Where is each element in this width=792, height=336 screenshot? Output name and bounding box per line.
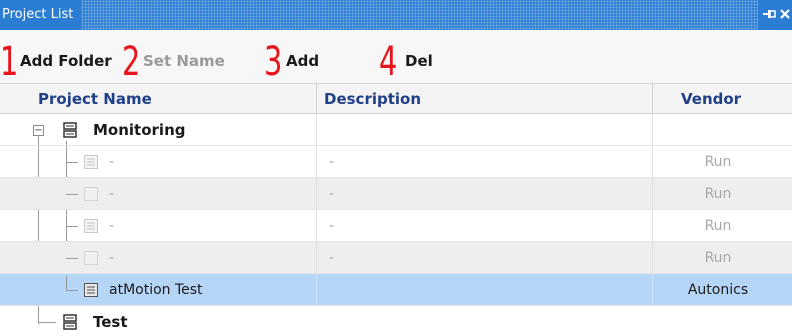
column-header-vendor[interactable]: Vendor	[681, 84, 741, 114]
tree-branch	[66, 162, 78, 163]
project-description: -	[329, 218, 335, 234]
list-item-icon-glyph	[84, 219, 98, 233]
collapse-icon[interactable]: −	[33, 125, 44, 136]
project-vendor: Run	[704, 154, 732, 170]
list-item-icon	[83, 282, 99, 302]
tree-row-item[interactable]: - - Run	[0, 210, 792, 242]
list-item-icon	[83, 250, 99, 270]
column-separator[interactable]	[652, 84, 653, 114]
project-description: -	[329, 154, 335, 170]
cell-divider	[652, 178, 653, 210]
tree-row-group[interactable]: − Monitoring	[0, 114, 792, 146]
project-group-icon	[62, 314, 78, 334]
tree-branch	[38, 322, 56, 323]
cell-divider	[316, 146, 317, 178]
list-item-icon	[83, 186, 99, 206]
project-vendor: Autonics	[687, 282, 749, 298]
cell-divider	[316, 274, 317, 306]
project-vendor: Run	[704, 186, 732, 202]
list-item-icon-glyph	[84, 251, 98, 265]
cell-divider	[316, 114, 317, 146]
project-vendor: Run	[704, 218, 732, 234]
project-description: -	[329, 186, 335, 202]
tree-connector	[66, 276, 67, 291]
add-folder-button[interactable]: Add Folder	[20, 52, 112, 70]
cell-divider	[316, 242, 317, 274]
project-vendor: Run	[704, 250, 732, 266]
cell-divider	[652, 210, 653, 242]
panel-titlebar: Project List	[0, 0, 792, 30]
list-item-icon-glyph	[84, 187, 98, 201]
del-button[interactable]: Del	[405, 52, 433, 70]
toolbar: 1 Add Folder 2 Set Name 3 Add 4 Del	[0, 30, 792, 84]
cell-divider	[316, 178, 317, 210]
close-icon[interactable]	[778, 0, 792, 30]
project-group-icon-glyph	[63, 122, 77, 138]
add-button[interactable]: Add	[286, 52, 319, 70]
annotation-2: 2	[122, 39, 141, 85]
annotation-3: 3	[264, 39, 283, 85]
project-description: -	[329, 250, 335, 266]
project-group-icon-glyph	[63, 314, 77, 330]
column-separator[interactable]	[316, 84, 317, 114]
tree-row-item[interactable]: - - Run	[0, 146, 792, 178]
project-name: atMotion Test	[109, 282, 203, 298]
project-name: -	[109, 250, 115, 266]
list-item-icon-glyph	[84, 155, 98, 169]
tree-branch	[66, 290, 78, 291]
column-header-project-name[interactable]: Project Name	[38, 84, 152, 114]
tree-branch	[66, 258, 78, 259]
project-name: -	[109, 154, 115, 170]
cell-divider	[652, 274, 653, 306]
cell-divider	[652, 146, 653, 178]
project-name: -	[109, 218, 115, 234]
list-item-icon	[83, 154, 99, 174]
group-name: Monitoring	[93, 121, 186, 139]
list-item-icon-glyph	[84, 283, 98, 297]
tree-branch	[66, 194, 78, 195]
pin-icon-glyph	[763, 10, 776, 18]
tree-row-group[interactable]: Test	[0, 306, 792, 336]
tree-branch	[66, 226, 78, 227]
close-icon-glyph	[780, 9, 790, 19]
project-group-icon	[62, 122, 78, 142]
annotation-4: 4	[379, 39, 398, 85]
tree-row-item[interactable]: - - Run	[0, 178, 792, 210]
titlebar-buttons	[758, 0, 792, 30]
tree-row-item[interactable]: - - Run	[0, 242, 792, 274]
cell-divider	[652, 242, 653, 274]
tree-row-item-selected[interactable]: atMotion Test Autonics	[0, 274, 792, 306]
project-name: -	[109, 186, 115, 202]
column-header-description[interactable]: Description	[324, 84, 421, 114]
panel-title: Project List	[0, 0, 82, 30]
annotation-1: 1	[0, 39, 19, 85]
group-name: Test	[93, 313, 128, 331]
list-item-icon	[83, 218, 99, 238]
cell-divider	[652, 114, 653, 146]
grid-header: Project Name Description Vendor	[0, 84, 792, 114]
set-name-button[interactable]: Set Name	[143, 52, 225, 70]
cell-divider	[316, 210, 317, 242]
pin-icon[interactable]	[762, 0, 778, 30]
